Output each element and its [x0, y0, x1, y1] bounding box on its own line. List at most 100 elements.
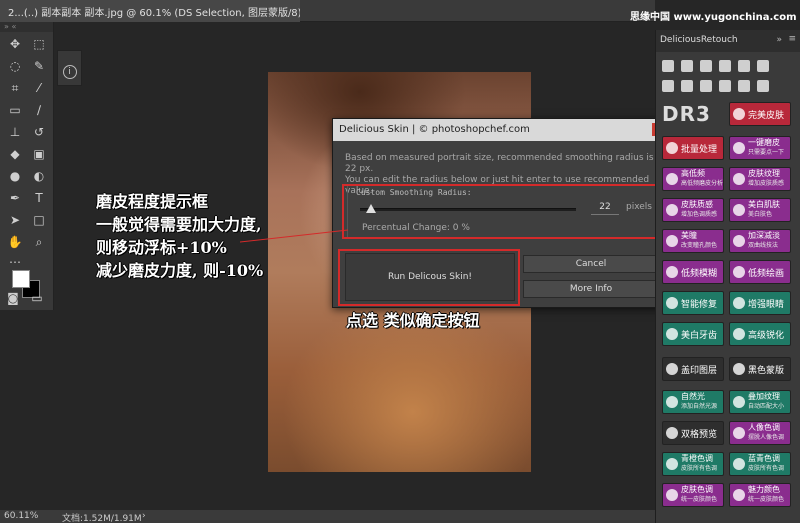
- square-icon[interactable]: [700, 60, 712, 72]
- retouch-button-subtitle: 高低频磨皮分析: [681, 180, 724, 187]
- retouch-button[interactable]: 高低频 高低频磨皮分析: [662, 167, 724, 191]
- retouch-button-title: 高级锐化: [748, 331, 785, 341]
- retouch-button-label: 魅力颜色 统一皮肤颜色: [748, 485, 784, 505]
- retouch-button-title: 人像色调: [748, 423, 780, 432]
- radius-slider[interactable]: [360, 204, 576, 213]
- brush-icon[interactable]: [662, 80, 674, 92]
- retouch-button[interactable]: 智能修复: [662, 291, 724, 315]
- retouch-button-icon: [733, 489, 745, 501]
- type-tool-icon[interactable]: T: [30, 190, 48, 206]
- retouch-button[interactable]: 美白牙齿: [662, 322, 724, 346]
- panel-menu-icon[interactable]: ≡: [788, 34, 796, 44]
- retouch-button-title: 一键磨皮: [748, 138, 780, 147]
- marquee-tool-icon[interactable]: ⬚: [30, 36, 48, 52]
- retouch-button[interactable]: 增强眼睛: [729, 291, 791, 315]
- retouch-button-label: 批量处理: [681, 142, 717, 155]
- radius-input[interactable]: [591, 199, 619, 215]
- zoom-tool-icon[interactable]: ⌕: [30, 234, 48, 250]
- retouch-button-subtitle: 统一皮肤颜色: [748, 496, 785, 503]
- retouch-button-title: 皮肤质感: [681, 200, 713, 209]
- retouch-button-title: 美瞳: [681, 231, 697, 240]
- info-icon[interactable]: i: [62, 65, 77, 79]
- panel-grip[interactable]: » «: [0, 22, 53, 32]
- eraser-icon[interactable]: ◆: [6, 146, 24, 162]
- retouch-button[interactable]: 黑色蒙版: [729, 357, 791, 381]
- zoom-level[interactable]: 60.11%: [4, 511, 38, 521]
- histogram-icon[interactable]: [738, 60, 750, 72]
- retouch-button-icon: [666, 489, 678, 501]
- lasso-tool-icon[interactable]: ◌: [6, 58, 24, 74]
- layers-icon[interactable]: [681, 60, 693, 72]
- retouch-button-icon: [733, 297, 745, 309]
- slider-thumb[interactable]: [365, 204, 376, 213]
- pen-tool-icon[interactable]: ✒: [6, 190, 24, 206]
- retouch-button[interactable]: 人像色调 摆脱人像色调: [729, 421, 791, 445]
- more-info-button[interactable]: More Info: [523, 280, 659, 298]
- flag-icon[interactable]: [757, 80, 769, 92]
- shape-tool-icon[interactable]: □: [30, 212, 48, 228]
- retouch-button[interactable]: 低频模糊: [662, 260, 724, 284]
- retouch-button-icon: [733, 427, 745, 439]
- document-tab-bar: 2...(..) 副本副本 副本.jpg @ 60.1% (DS Selecti…: [0, 0, 655, 22]
- retouch-button[interactable]: 盖印图层: [662, 357, 724, 381]
- status-arrow-icon[interactable]: ›: [142, 511, 146, 521]
- retouch-button[interactable]: 高级锐化: [729, 322, 791, 346]
- quick-select-icon[interactable]: ✎: [30, 58, 48, 74]
- screen-mode-icon[interactable]: ▭: [28, 290, 46, 306]
- retouch-button[interactable]: 完美皮肤: [729, 102, 791, 126]
- eyedropper-icon[interactable]: ⁄: [30, 80, 48, 96]
- cancel-button[interactable]: Cancel: [523, 255, 659, 273]
- brush-tool-icon[interactable]: ∕: [30, 102, 48, 118]
- droplet-icon[interactable]: [681, 80, 693, 92]
- retouch-button[interactable]: 蓝青色调 皮肤所有色调: [729, 452, 791, 476]
- retouch-button[interactable]: 一键磨皮 只需要点一下: [729, 136, 791, 160]
- retouch-button-title: 皮肤纹理: [748, 169, 780, 178]
- retouch-button-label: 美白牙齿: [681, 328, 717, 341]
- retouch-button[interactable]: 美瞳 改变瞳孔颜色: [662, 229, 724, 253]
- percentual-change: Percentual Change: 0 %: [362, 223, 470, 233]
- quick-mask-icon[interactable]: ◙: [4, 290, 22, 306]
- levels-icon[interactable]: [719, 60, 731, 72]
- retouch-button[interactable]: 皮肤纹理 增加皮肤质感: [729, 167, 791, 191]
- fill-icon[interactable]: [719, 80, 731, 92]
- retouch-button[interactable]: 青橙色调 皮肤所有色调: [662, 452, 724, 476]
- history-brush-icon[interactable]: ↺: [30, 124, 48, 140]
- retouch-button[interactable]: 皮肤质感增加色调质感: [662, 198, 724, 222]
- retouch-button-subtitle: 增加色调质感: [681, 211, 718, 218]
- more-tools-icon[interactable]: ⋯: [6, 254, 24, 270]
- move-tool-icon[interactable]: ✥: [6, 36, 24, 52]
- retouch-button[interactable]: 叠加纹理 自动匹配大小: [729, 390, 791, 414]
- blur-tool-icon[interactable]: ●: [6, 168, 24, 184]
- curve-icon[interactable]: [757, 60, 769, 72]
- hand-tool-icon[interactable]: ✋: [6, 234, 24, 250]
- retouch-button[interactable]: 美白肌肤 美白肤色: [729, 198, 791, 222]
- retouch-button[interactable]: 双格预览: [662, 421, 724, 445]
- mask-icon[interactable]: [738, 80, 750, 92]
- retouch-button-icon: [666, 235, 678, 247]
- retouch-button-icon: [733, 173, 745, 185]
- document-tab[interactable]: 2...(..) 副本副本 副本.jpg @ 60.1% (DS Selecti…: [0, 0, 300, 22]
- path-select-icon[interactable]: ➤: [6, 212, 24, 228]
- retouch-button-icon: [666, 142, 678, 154]
- retouch-button-icon: [666, 363, 678, 375]
- retouch-button-icon: [666, 328, 678, 340]
- retouch-button[interactable]: 自然光 添加自然光源: [662, 390, 724, 414]
- gradient-icon[interactable]: ▣: [30, 146, 48, 162]
- healing-brush-icon[interactable]: ▭: [6, 102, 24, 118]
- retouch-button[interactable]: 加深减淡 双曲线技法: [729, 229, 791, 253]
- clone-stamp-icon[interactable]: ⊥: [6, 124, 24, 140]
- retouch-button[interactable]: 批量处理: [662, 136, 724, 160]
- foreground-color-swatch[interactable]: [12, 270, 30, 288]
- retouch-button[interactable]: 皮肤色调 统一皮肤颜色: [662, 483, 724, 507]
- collapse-icon[interactable]: »: [776, 35, 782, 45]
- grid-icon[interactable]: [662, 60, 674, 72]
- retouch-button[interactable]: 低频绘画: [729, 260, 791, 284]
- panel-header: DeliciousRetouch » ≡: [656, 30, 800, 52]
- retouch-button[interactable]: 魅力颜色 统一皮肤颜色: [729, 483, 791, 507]
- dodge-tool-icon[interactable]: ◐: [30, 168, 48, 184]
- run-button[interactable]: Run Delicous Skin!: [345, 253, 515, 301]
- panel-title: DeliciousRetouch: [660, 35, 738, 45]
- unit-label: pixels: [626, 202, 652, 212]
- wand-icon[interactable]: [700, 80, 712, 92]
- crop-tool-icon[interactable]: ⌗: [6, 80, 24, 96]
